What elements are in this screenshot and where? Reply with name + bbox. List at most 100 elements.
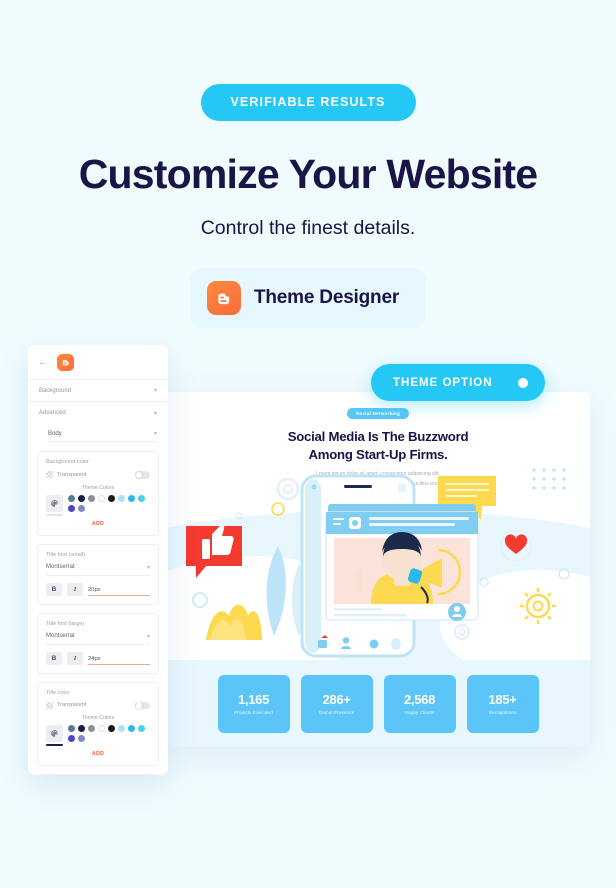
add-color-link[interactable]: ADD [46,521,150,527]
title-font-large-card: Title font (large) Montserrat ▾ B I 24px [37,612,159,674]
title-color-card: Title color Transparent Theme Colors ADD [37,681,159,766]
color-swatch[interactable] [138,725,145,732]
italic-button[interactable]: I [67,651,83,665]
social-media-phone-illustration [186,468,570,658]
color-swatch[interactable] [78,494,85,502]
website-preview-card: Social Networking Social Media Is The Bu… [166,392,590,747]
title-font-small-card: Title font (small) Montserrat ▾ B I 20px [37,543,159,605]
sidebar-header: ← [28,345,168,379]
stat-label: Global Presence [318,710,355,715]
transparent-row[interactable]: Transparent [46,471,150,479]
back-arrow-icon[interactable]: ← [38,357,48,368]
color-swatch[interactable] [68,504,75,512]
background-color-card: Background color Transparent Theme Color… [37,451,159,536]
chevron-down-icon: ▾ [146,564,150,571]
preview-hero: Social Networking Social Media Is The Bu… [166,392,590,680]
stat-label: Recognitions [488,710,517,715]
theme-designer-label: Theme Designer [253,287,400,308]
stat-number: 286+ [322,692,351,707]
theme-color-swatches [68,725,150,742]
theme-colors-label: Theme Colors [81,484,115,491]
sidebar-item-advanced[interactable]: Advanced ▴ [28,401,168,423]
sidebar-item-background[interactable]: Background ▾ [28,379,168,401]
color-swatch[interactable] [68,725,75,732]
stat-number: 2,568 [403,692,436,707]
palette-button-wrap [46,494,63,516]
font-style-row: B I 20px [46,582,150,596]
chevron-down-icon: ▾ [146,633,150,640]
color-swatch[interactable] [128,725,135,732]
transparent-toggle[interactable] [135,471,150,479]
color-swatch[interactable] [78,725,85,732]
stat-card: 2,568 Happy Clients [383,674,456,733]
verifiable-results-badge: VERIFIABLE RESULTS [200,84,416,121]
blogger-icon [206,281,241,315]
color-swatch[interactable] [68,735,75,742]
transparent-label: Transparent [57,702,87,709]
transparent-toggle[interactable] [135,701,150,709]
checker-swatch-icon [46,471,53,479]
heart-icon [500,530,532,562]
element-select[interactable]: Body ▾ [48,430,157,442]
color-swatch[interactable] [108,725,115,732]
theme-designer-sidebar: ← Background ▾ Advanced ▴ Body ▾ Backgro… [28,345,168,775]
page-subtitle: Control the finest details. [200,217,416,239]
next-card-partial [37,774,159,775]
swatch-area [46,725,150,746]
checker-swatch-icon [46,701,53,709]
font-family-select[interactable]: Montserrat ▾ [46,633,150,645]
font-family-value: Montserrat [46,564,75,570]
color-swatch[interactable] [98,494,105,502]
stat-label: Projects Executed [234,710,273,715]
color-swatch[interactable] [68,494,75,502]
color-picker-icon[interactable] [46,494,63,512]
sidebar-item-label: Background [39,387,72,394]
color-swatch[interactable] [118,725,125,732]
add-color-link[interactable]: ADD [46,751,150,757]
font-family-value: Montserrat [46,633,75,639]
stats-strip: 1,165 Projects Executed 286+ Global Pres… [166,660,590,747]
thumbs-up-badge [186,525,242,578]
italic-button[interactable]: I [67,582,83,596]
chevron-down-icon: ▾ [153,388,157,394]
font-style-row: B I 24px [46,651,150,665]
chevron-down-icon: ▾ [153,431,157,437]
element-select-value: Body [48,430,62,437]
transparent-row[interactable]: Transparent [46,701,150,709]
palette-button-wrap [46,725,63,746]
hero-section: VERIFIABLE RESULTS Customize Your Websit… [0,0,616,328]
theme-option-label: THEME OPTION [393,376,493,389]
stat-number: 1,165 [237,692,270,707]
color-picker-icon[interactable] [46,725,63,742]
bold-button[interactable]: B [46,651,62,665]
color-swatch[interactable] [118,494,125,502]
blogger-icon [57,354,74,371]
color-swatch[interactable] [98,725,105,732]
theme-colors-label: Theme Colors [81,715,115,721]
stat-number: 185+ [488,692,517,707]
preview-headline-line1: Social Media Is The Buzzword [287,429,469,444]
font-size-input[interactable]: 20px [88,587,150,596]
font-size-input[interactable]: 24px [88,656,150,665]
color-swatch[interactable] [128,494,135,502]
color-swatch[interactable] [88,494,95,502]
bold-button[interactable]: B [46,582,62,596]
theme-option-badge[interactable]: THEME OPTION [371,364,545,401]
color-swatch[interactable] [78,735,85,742]
stat-card: 185+ Recognitions [466,674,539,733]
card-title: Title color [46,689,70,696]
stat-card: 286+ Global Presence [300,674,373,733]
sidebar-item-label: Advanced [39,409,66,416]
color-swatch[interactable] [108,494,115,502]
theme-designer-chip[interactable]: Theme Designer [189,268,427,328]
color-swatch[interactable] [78,504,85,512]
swatch-area [46,494,150,516]
card-title: Title font (small) [46,551,85,558]
stat-label: Happy Clients [404,710,435,715]
color-swatch[interactable] [88,725,95,732]
color-swatch[interactable] [138,494,145,502]
card-title: Background color [46,459,89,465]
font-family-select[interactable]: Montserrat ▾ [46,564,150,576]
chevron-up-icon: ▴ [153,410,157,416]
social-networking-badge: Social Networking [346,408,410,419]
